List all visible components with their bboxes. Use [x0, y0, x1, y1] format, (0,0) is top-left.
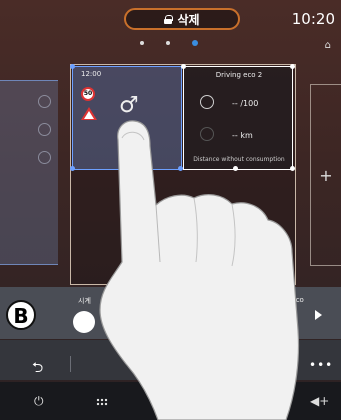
- shortcut-label-clock: 시계: [78, 297, 91, 305]
- display-screen: 삭제 10:20 ⌂ 12:00 50 ♂ Driving eco 2 -- /…: [0, 0, 341, 420]
- resize-handle[interactable]: [181, 64, 186, 69]
- plus-icon: +: [319, 165, 333, 185]
- page-dot[interactable]: [166, 41, 170, 45]
- driving-eco-widget[interactable]: Driving eco 2 -- /100 -- km Distance wit…: [183, 66, 293, 170]
- eco-distance: -- km: [232, 131, 253, 140]
- system-bar: [0, 382, 341, 420]
- speed-limit-icon: 50: [81, 87, 95, 101]
- delete-label: 삭제: [177, 12, 200, 27]
- shortcut-label-eco: Driving eco: [264, 296, 304, 304]
- next-arrow-icon[interactable]: [315, 310, 322, 320]
- resize-handle[interactable]: [290, 166, 295, 171]
- eco-description: Distance without consumption: [193, 156, 285, 163]
- more-button[interactable]: •••: [309, 358, 333, 372]
- callout-badge: B: [6, 300, 36, 330]
- gauge-icon: [200, 95, 214, 109]
- page-indicator: [140, 40, 198, 46]
- volume-icon[interactable]: ◀+: [310, 394, 329, 408]
- clock: 10:20: [291, 10, 335, 28]
- power-icon[interactable]: ⏻: [34, 394, 44, 409]
- resize-handle[interactable]: [70, 166, 75, 171]
- resize-handle[interactable]: [233, 166, 238, 171]
- lock-icon: [164, 14, 174, 24]
- divider: [290, 356, 291, 372]
- eco-consumption: -- /100: [232, 99, 259, 108]
- warning-icon: [81, 107, 97, 120]
- navigation-widget[interactable]: 12:00 50 ♂: [72, 66, 182, 170]
- direction-arrow-icon: ♂: [119, 93, 139, 118]
- page-dot-active[interactable]: [192, 40, 198, 46]
- leaf-icon[interactable]: [271, 311, 293, 333]
- resize-handle[interactable]: [70, 64, 75, 69]
- eco-title: Driving eco 2: [215, 71, 263, 79]
- circle-icon: [38, 95, 51, 108]
- clock-icon[interactable]: [73, 311, 95, 333]
- delete-button[interactable]: 삭제: [124, 8, 240, 30]
- circle-icon: [38, 151, 51, 164]
- resize-handle[interactable]: [290, 64, 295, 69]
- page-dot[interactable]: [140, 41, 144, 45]
- back-icon[interactable]: ⮌: [32, 357, 43, 381]
- gauge-icon: [200, 127, 214, 141]
- add-widget-button[interactable]: +: [310, 84, 341, 266]
- circle-icon: [38, 123, 51, 136]
- divider: [70, 356, 71, 372]
- apps-grid-icon[interactable]: [96, 398, 108, 406]
- previous-page-preview[interactable]: [0, 80, 58, 265]
- connection-icon: ⌂: [324, 40, 331, 51]
- shortcut-bar: [0, 287, 341, 339]
- widget-time: 12:00: [81, 70, 102, 78]
